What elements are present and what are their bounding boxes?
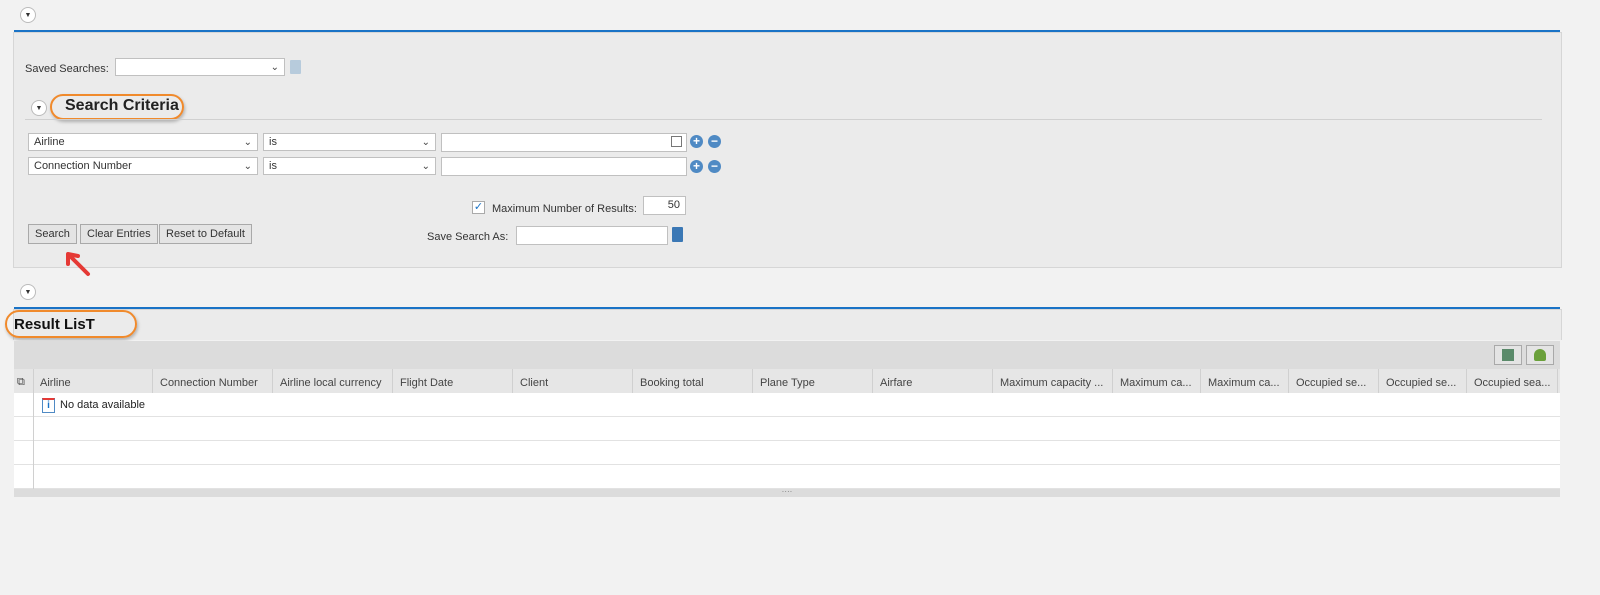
criteria-operator-value: is bbox=[269, 160, 277, 172]
column-header[interactable]: Client bbox=[513, 369, 633, 393]
column-header[interactable]: Occupied sea... bbox=[1467, 369, 1558, 393]
result-header-panel bbox=[13, 309, 1562, 340]
export-button[interactable] bbox=[1494, 345, 1522, 365]
selector-column-divider bbox=[33, 393, 34, 489]
export-icon bbox=[1502, 349, 1514, 361]
max-results-checkbox[interactable]: ✓ bbox=[472, 201, 485, 214]
save-search-input[interactable] bbox=[516, 226, 668, 245]
settings-button[interactable] bbox=[1526, 345, 1554, 365]
value-help-icon[interactable] bbox=[671, 136, 682, 147]
collapse-results-toggle[interactable]: ▼ bbox=[20, 284, 36, 300]
resize-handle[interactable]: ···· bbox=[14, 488, 1560, 497]
add-row-icon[interactable]: + bbox=[690, 135, 703, 148]
criteria-field-value: Connection Number bbox=[34, 160, 132, 172]
criteria-field-value: Airline bbox=[34, 136, 65, 148]
save-icon[interactable] bbox=[672, 227, 683, 242]
add-row-icon[interactable]: + bbox=[690, 160, 703, 173]
criteria-value-input[interactable] bbox=[441, 157, 687, 176]
chevron-down-icon: ⌄ bbox=[243, 160, 252, 172]
column-header[interactable]: Occupied se... bbox=[1379, 369, 1467, 393]
table-row bbox=[14, 441, 1560, 465]
max-results-input[interactable]: 50 bbox=[643, 196, 686, 215]
column-header[interactable]: Occupied se... bbox=[1289, 369, 1379, 393]
criteria-operator-dropdown[interactable]: is ⌄ bbox=[263, 157, 436, 175]
criteria-value-input[interactable] bbox=[441, 133, 687, 152]
table-row bbox=[14, 417, 1560, 441]
remove-row-icon[interactable]: − bbox=[708, 135, 721, 148]
column-header[interactable]: Flight Date bbox=[393, 369, 513, 393]
column-header[interactable]: Airline local currency bbox=[273, 369, 393, 393]
search-button[interactable]: Search bbox=[28, 224, 77, 244]
table-row: i No data available bbox=[14, 393, 1560, 417]
info-icon: i bbox=[42, 398, 55, 413]
criteria-operator-value: is bbox=[269, 136, 277, 148]
column-header[interactable]: Booking total bbox=[633, 369, 753, 393]
chevron-down-icon: ⌄ bbox=[270, 61, 279, 73]
column-header[interactable]: Maximum ca... bbox=[1201, 369, 1289, 393]
max-results-label: Maximum Number of Results: bbox=[492, 203, 637, 215]
save-search-label: Save Search As: bbox=[427, 231, 509, 243]
chevron-down-icon: ⌄ bbox=[421, 136, 430, 148]
chevron-down-icon: ⌄ bbox=[421, 160, 430, 172]
select-all-icon[interactable]: ⧉ bbox=[14, 369, 34, 393]
reset-to-default-button[interactable]: Reset to Default bbox=[159, 224, 252, 244]
criteria-field-dropdown[interactable]: Airline ⌄ bbox=[28, 133, 258, 151]
user-settings-icon bbox=[1534, 349, 1546, 361]
chevron-down-icon: ⌄ bbox=[243, 136, 252, 148]
trash-icon[interactable] bbox=[290, 60, 301, 74]
column-header[interactable]: Maximum capacity ... bbox=[993, 369, 1113, 393]
column-header[interactable]: Airline bbox=[33, 369, 153, 393]
column-header[interactable]: Airfare bbox=[873, 369, 993, 393]
column-header[interactable]: Connection Number bbox=[153, 369, 273, 393]
column-header[interactable]: Maximum ca... bbox=[1113, 369, 1201, 393]
column-header[interactable]: Plane Type bbox=[753, 369, 873, 393]
collapse-criteria-toggle[interactable]: ▼ bbox=[31, 100, 47, 116]
table-toolbar bbox=[14, 341, 1560, 369]
annotation-arrow bbox=[66, 252, 90, 276]
saved-searches-dropdown[interactable]: ⌄ bbox=[115, 58, 285, 76]
saved-searches-label: Saved Searches: bbox=[25, 63, 109, 75]
table-row bbox=[14, 465, 1560, 489]
collapse-search-toggle[interactable]: ▼ bbox=[20, 7, 36, 23]
empty-message: No data available bbox=[60, 399, 146, 411]
result-list-title: Result LisT bbox=[14, 316, 95, 333]
remove-row-icon[interactable]: − bbox=[708, 160, 721, 173]
clear-entries-button[interactable]: Clear Entries bbox=[80, 224, 158, 244]
criteria-divider bbox=[25, 119, 1542, 120]
criteria-title: Search Criteria bbox=[65, 97, 179, 114]
criteria-operator-dropdown[interactable]: is ⌄ bbox=[263, 133, 436, 151]
criteria-field-dropdown[interactable]: Connection Number ⌄ bbox=[28, 157, 258, 175]
